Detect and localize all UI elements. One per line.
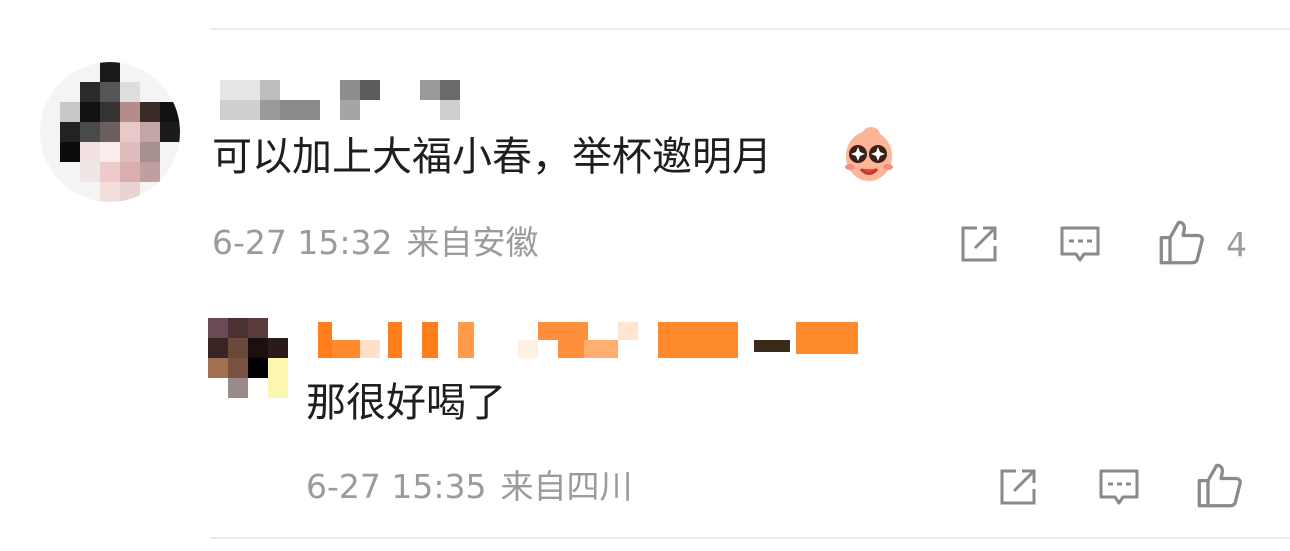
- username[interactable]: [220, 80, 460, 120]
- reply-avatar[interactable]: [208, 318, 306, 416]
- reply-like-button[interactable]: [1196, 461, 1244, 509]
- reply-meta: 6-27 15:35 来自四川: [306, 470, 633, 503]
- comment-text: 可以加上大福小春，举杯邀明月: [212, 134, 772, 180]
- share-icon: [1000, 469, 1036, 505]
- thumbs-up-icon: [1197, 463, 1242, 508]
- comment-location: 来自安徽: [406, 223, 539, 262]
- top-divider: [210, 28, 1290, 30]
- comment-meta: 6-27 15:32 来自安徽: [212, 226, 539, 259]
- like-count: 4: [1226, 225, 1247, 264]
- reply-username[interactable]: [318, 322, 858, 362]
- comment-icon: [1099, 469, 1139, 505]
- reply-button[interactable]: [1058, 222, 1102, 266]
- comment-icon: [1060, 226, 1100, 262]
- share-icon: [961, 226, 997, 262]
- comment-time: 6-27 15:32: [212, 223, 393, 262]
- reply-reply-button[interactable]: [1097, 465, 1141, 509]
- like-button[interactable]: [1158, 218, 1206, 266]
- reply-share-button[interactable]: [996, 465, 1040, 509]
- reply-time: 6-27 15:35: [306, 467, 487, 506]
- avatar[interactable]: [40, 62, 180, 202]
- reply-text: 那很好喝了: [306, 380, 506, 426]
- emoji-icon: [842, 125, 896, 185]
- reply-location: 来自四川: [500, 467, 633, 506]
- bottom-divider: [210, 537, 1290, 539]
- thumbs-up-icon: [1159, 220, 1204, 265]
- share-button[interactable]: [957, 222, 1001, 266]
